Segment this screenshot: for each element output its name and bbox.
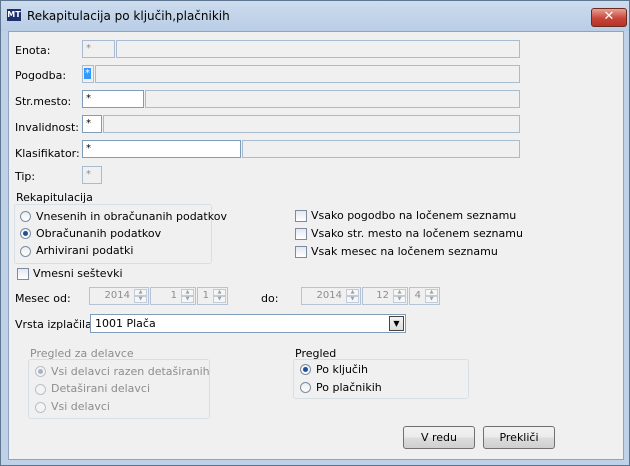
title-bar: MT Rekapitulacija po ključih,plačnikih ✕	[1, 1, 629, 31]
app-icon: MT	[7, 9, 21, 21]
ok-button[interactable]: V redu	[403, 426, 475, 449]
klasifikator-description-field	[242, 140, 520, 158]
pogodba-description-field	[95, 65, 520, 83]
pogodba-value: *	[84, 68, 91, 79]
to-day-up-icon[interactable]: ▲	[425, 289, 438, 296]
from-year-up-icon[interactable]: ▲	[134, 289, 147, 296]
strmesto-code-field[interactable]: *	[82, 90, 144, 108]
close-button[interactable]: ✕	[591, 8, 627, 27]
invalidnost-code-field[interactable]: *	[82, 115, 102, 133]
radio-vsi-razen-detasiranih-label: Vsi delavci razen detaširanih	[51, 365, 210, 378]
vrsta-izplacila-label: Vrsta izplačila:	[15, 318, 96, 331]
to-month-down-icon[interactable]: ▼	[393, 296, 406, 303]
enota-code-field[interactable]: *	[82, 40, 115, 58]
radio-vsi-delavci-label: Vsi delavci	[51, 400, 110, 413]
to-day-down-icon[interactable]: ▼	[425, 296, 438, 303]
from-day-up-icon[interactable]: ▲	[213, 289, 226, 296]
radio-vnesenih-obracunanih-label[interactable]: Vnesenih in obračunanih podatkov	[36, 210, 227, 223]
tip-field[interactable]: *	[82, 166, 102, 184]
invalidnost-label: Invalidnost:	[15, 121, 80, 134]
radio-arhivirani-label[interactable]: Arhivirani podatki	[36, 244, 133, 257]
klasifikator-label: Klasifikator:	[15, 147, 80, 160]
to-year-down-icon[interactable]: ▼	[346, 296, 359, 303]
enota-label: Enota:	[15, 44, 51, 57]
klasifikator-code-field[interactable]: *	[82, 140, 241, 158]
radio-obracunanih-label[interactable]: Obračunanih podatkov	[36, 227, 161, 240]
from-day-down-icon[interactable]: ▼	[213, 296, 226, 303]
radio-detasirani-label: Detaširani delavci	[51, 382, 151, 395]
tip-label: Tip:	[15, 170, 36, 183]
mesec-od-label: Mesec od:	[15, 292, 71, 305]
strmesto-description-field	[145, 90, 520, 108]
checkbox-vmesni-sestevki-label[interactable]: Vmesni seštevki	[33, 267, 123, 280]
checkbox-vmesni-sestevki[interactable]	[17, 268, 29, 280]
radio-vsi-razen-detasiranih	[35, 366, 46, 377]
from-month-down-icon[interactable]: ▼	[181, 296, 194, 303]
pogodba-code-field[interactable]: *	[82, 65, 94, 83]
vrsta-izplacila-value: 1001 Plača	[95, 317, 156, 330]
to-year-up-icon[interactable]: ▲	[346, 289, 359, 296]
checkbox-strmesto-separate-label[interactable]: Vsako str. mesto na ločenem seznamu	[311, 227, 523, 240]
to-month-up-icon[interactable]: ▲	[393, 289, 406, 296]
radio-po-placnikih-label[interactable]: Po plačnikih	[316, 381, 382, 394]
radio-vnesenih-obracunanih[interactable]	[20, 211, 31, 222]
dialog-window: MT Rekapitulacija po ključih,plačnikih ✕…	[0, 0, 630, 466]
radio-detasirani	[35, 384, 46, 395]
radio-vsi-delavci	[35, 402, 46, 413]
radio-obracunanih[interactable]	[20, 228, 31, 239]
checkbox-pogodba-separate-label[interactable]: Vsako pogodbo na ločenem seznamu	[311, 209, 516, 222]
checkbox-pogodba-separate[interactable]	[295, 210, 307, 222]
vrsta-izplacila-select[interactable]: 1001 Plača ▼	[90, 314, 406, 333]
checkbox-mesec-separate-label[interactable]: Vsak mesec na ločenem seznamu	[311, 245, 498, 258]
radio-po-kljucih[interactable]	[300, 364, 311, 375]
window-title: Rekapitulacija po ključih,plačnikih	[27, 9, 230, 23]
radio-arhivirani[interactable]	[20, 246, 31, 257]
from-year-down-icon[interactable]: ▼	[134, 296, 147, 303]
pogodba-label: Pogodba:	[15, 69, 67, 82]
mesec-do-label: do:	[261, 292, 279, 305]
radio-po-kljucih-label[interactable]: Po ključih	[316, 363, 368, 376]
enota-description-field	[116, 40, 520, 58]
strmesto-label: Str.mesto:	[15, 95, 72, 108]
invalidnost-description-field	[103, 115, 520, 133]
dialog-body: Enota: * Pogodba: * Str.mesto: * Invalid…	[8, 31, 624, 460]
checkbox-mesec-separate[interactable]	[295, 246, 307, 258]
rekapitulacija-title: Rekapitulacija	[16, 191, 93, 204]
chevron-down-icon[interactable]: ▼	[389, 316, 404, 331]
checkbox-strmesto-separate[interactable]	[295, 228, 307, 240]
cancel-button[interactable]: Prekliči	[483, 426, 555, 449]
from-month-up-icon[interactable]: ▲	[181, 289, 194, 296]
radio-po-placnikih[interactable]	[300, 382, 311, 393]
